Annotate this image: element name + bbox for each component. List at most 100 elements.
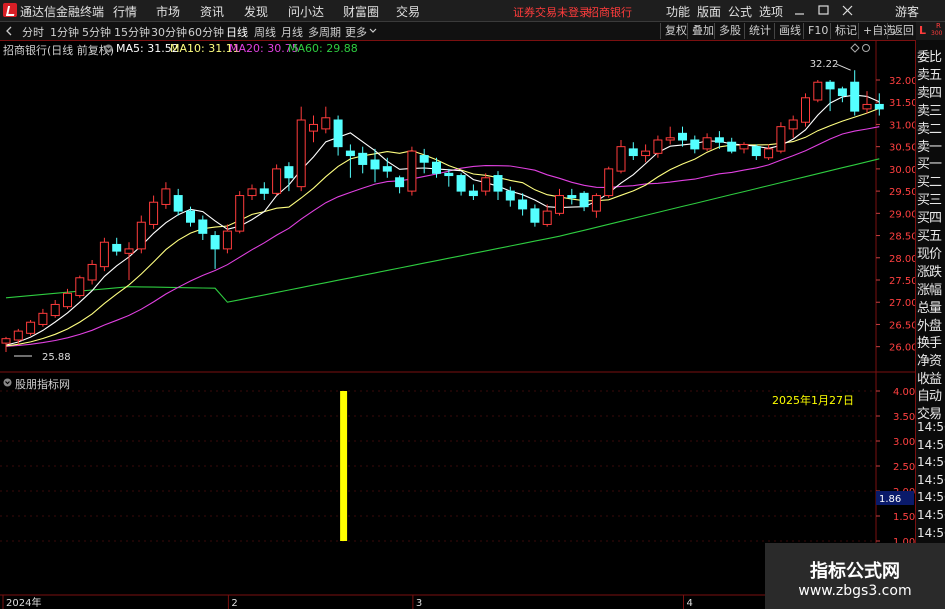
close-icon[interactable] xyxy=(842,5,853,16)
menu-item-market[interactable]: 市场 xyxy=(156,3,180,20)
candle-down[interactable] xyxy=(518,199,528,210)
period-tab-weekly[interactable]: 周线 xyxy=(254,24,276,40)
candle-up[interactable] xyxy=(813,81,823,101)
period-tab-multi[interactable]: 多周期 xyxy=(308,24,341,40)
candle-up[interactable] xyxy=(788,119,798,130)
mark-button[interactable]: 标记 xyxy=(830,23,861,39)
candle-down[interactable] xyxy=(714,137,724,143)
candle-down[interactable] xyxy=(678,132,687,141)
candle-up[interactable] xyxy=(13,330,23,341)
candle-down[interactable] xyxy=(382,166,392,172)
candle-down[interactable] xyxy=(690,139,700,150)
candle-up[interactable] xyxy=(862,103,872,110)
candle-down[interactable] xyxy=(530,208,540,223)
candle-down[interactable] xyxy=(567,195,577,199)
candle-down[interactable] xyxy=(345,150,355,157)
candle-down[interactable] xyxy=(837,88,847,97)
candle-up[interactable] xyxy=(653,139,663,154)
period-tab-monthly[interactable]: 月线 xyxy=(281,24,303,40)
period-tab-30min[interactable]: 30分钟 xyxy=(151,24,187,40)
candle-up[interactable] xyxy=(272,168,282,194)
candle-up[interactable] xyxy=(149,201,159,225)
candle-up[interactable] xyxy=(136,221,146,250)
indicator-menu-icon[interactable] xyxy=(3,378,12,387)
candle-down[interactable] xyxy=(468,190,478,197)
period-tab-1min[interactable]: 1分钟 xyxy=(50,24,79,40)
candle-up[interactable] xyxy=(75,277,85,297)
candle-up[interactable] xyxy=(764,148,774,159)
candle-down[interactable] xyxy=(505,190,515,201)
candle-down[interactable] xyxy=(850,81,860,112)
back-button[interactable]: 返回 xyxy=(887,23,918,39)
candle-down[interactable] xyxy=(198,219,208,234)
trade-login-status[interactable]: 证券交易未登录 xyxy=(513,4,590,20)
menu-item-wealth[interactable]: 财富圈 xyxy=(343,3,379,20)
candle-down[interactable] xyxy=(358,152,368,165)
candle-down[interactable] xyxy=(493,175,503,192)
candle-down[interactable] xyxy=(173,195,183,212)
statistics-button[interactable]: 统计 xyxy=(744,23,775,39)
maximize-icon[interactable] xyxy=(818,5,829,15)
candle-up[interactable] xyxy=(776,126,786,152)
menu-item-options[interactable]: 选项 xyxy=(759,3,783,20)
candle-up[interactable] xyxy=(99,241,109,268)
candle-up[interactable] xyxy=(235,195,245,232)
candle-down[interactable] xyxy=(370,159,380,170)
candle-up[interactable] xyxy=(87,263,97,281)
candle-up[interactable] xyxy=(247,188,257,197)
candle-down[interactable] xyxy=(186,210,195,223)
candle-up[interactable] xyxy=(309,123,318,132)
candle-up[interactable] xyxy=(321,117,331,130)
candle-up[interactable] xyxy=(641,150,651,157)
menu-item-ask[interactable]: 问小达 xyxy=(288,3,324,20)
candle-down[interactable] xyxy=(395,177,405,188)
candle-up[interactable] xyxy=(604,168,614,197)
menu-item-formula[interactable]: 公式 xyxy=(728,3,752,20)
candle-down[interactable] xyxy=(284,166,294,179)
chevron-left-icon[interactable] xyxy=(4,26,14,36)
candle-up[interactable] xyxy=(50,303,60,317)
candle-up[interactable] xyxy=(542,210,552,225)
menu-item-discover[interactable]: 发现 xyxy=(244,3,268,20)
period-tab-more[interactable]: 更多 xyxy=(345,24,367,40)
candle-down[interactable] xyxy=(751,146,761,157)
candle-down[interactable] xyxy=(456,175,466,192)
menu-item-news[interactable]: 资讯 xyxy=(200,3,224,20)
candle-up[interactable] xyxy=(26,321,36,334)
candle-down[interactable] xyxy=(259,188,269,194)
candle-up[interactable] xyxy=(38,312,48,325)
menu-item-quotes[interactable]: 行情 xyxy=(113,3,137,20)
candle-down[interactable] xyxy=(874,103,884,110)
candle-up[interactable] xyxy=(161,188,171,205)
candle-up[interactable] xyxy=(555,195,564,214)
period-tab-60min[interactable]: 60分钟 xyxy=(188,24,224,40)
candle-down[interactable] xyxy=(419,155,429,163)
period-tab-5min[interactable]: 5分钟 xyxy=(82,24,111,40)
candle-down[interactable] xyxy=(210,235,220,250)
indicator-bar[interactable] xyxy=(340,391,348,541)
candle-up[interactable] xyxy=(739,143,749,150)
user-guest[interactable]: 游客 xyxy=(895,3,919,20)
candle-up[interactable] xyxy=(63,292,72,308)
candle-down[interactable] xyxy=(727,141,737,152)
candle-up[interactable] xyxy=(124,248,134,254)
candle-down[interactable] xyxy=(825,81,835,90)
candle-down[interactable] xyxy=(628,148,638,157)
period-tab-timeshare[interactable]: 分时 xyxy=(22,24,44,40)
draw-line-button[interactable]: 画线 xyxy=(774,23,805,39)
menu-item-trade[interactable]: 交易 xyxy=(396,3,420,20)
settings-dot-icon[interactable] xyxy=(104,44,113,53)
candle-up[interactable] xyxy=(801,97,810,123)
period-tab-daily[interactable]: 日线 xyxy=(226,24,248,40)
candle-up[interactable] xyxy=(222,230,232,250)
multi-stock-button[interactable]: 多股 xyxy=(714,23,745,39)
chevron-down-icon[interactable] xyxy=(369,28,377,34)
candle-up[interactable] xyxy=(665,137,675,141)
candle-up[interactable] xyxy=(296,119,306,188)
menu-item-layout[interactable]: 版面 xyxy=(697,3,721,20)
candle-up[interactable] xyxy=(591,195,601,212)
candle-down[interactable] xyxy=(432,161,441,174)
candle-up[interactable] xyxy=(481,177,491,192)
kline-chart[interactable]: 32.0031.5031.0030.5030.0029.5029.0028.50… xyxy=(0,40,915,609)
candle-down[interactable] xyxy=(444,172,454,177)
